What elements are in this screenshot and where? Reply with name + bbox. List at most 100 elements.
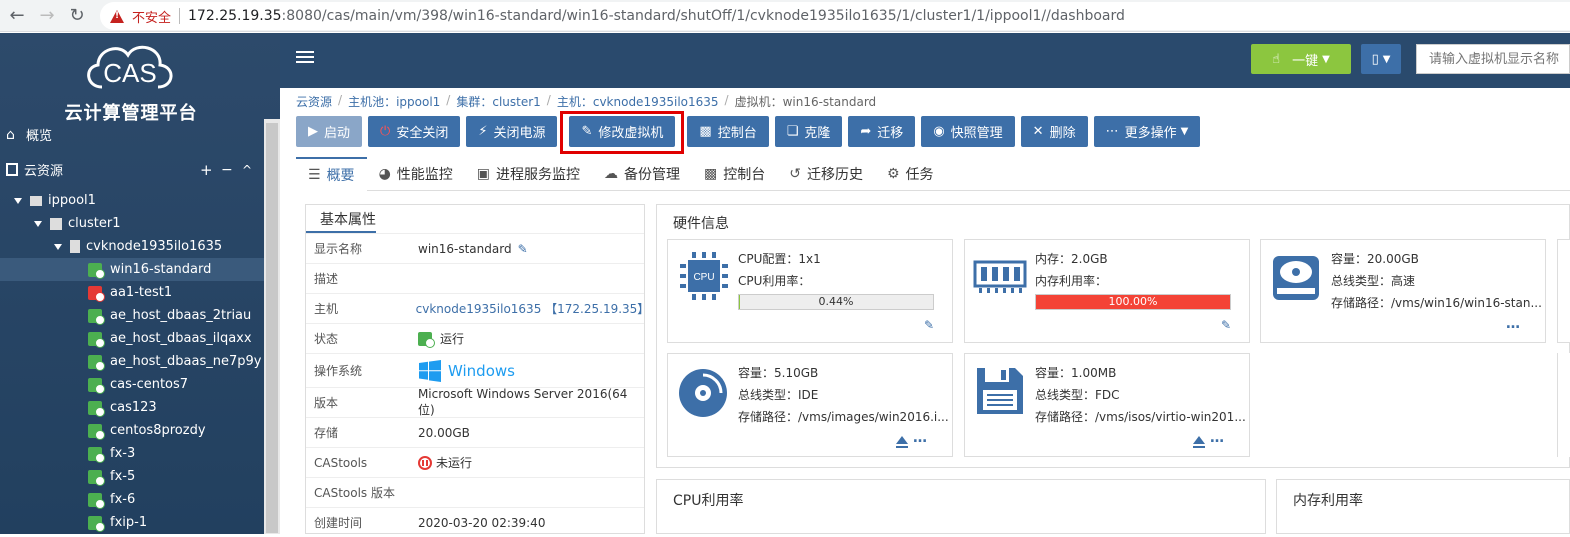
panel-title: 硬件信息	[673, 216, 729, 232]
vm-running-icon	[88, 377, 105, 394]
sidebar-vm-item[interactable]: ae_host_dbaas_ne7p9y	[0, 350, 264, 373]
url-path: :8080/cas/main/vm/398/win16-standard/win…	[281, 8, 1125, 24]
sidebar-vm-item[interactable]: ae_host_dbaas_2triau	[0, 304, 264, 327]
tree-node-ippool[interactable]: ippool1	[0, 189, 264, 212]
sidebar-item-label: 概览	[26, 129, 53, 144]
reload-icon[interactable]: ↻	[62, 1, 92, 31]
back-arrow-icon[interactable]: ←	[2, 1, 32, 31]
chevron-down-icon: ▼	[1382, 53, 1391, 65]
platform-name: 云计算管理平台	[64, 103, 198, 124]
address-bar[interactable]: 不安全 172.25.19.35:8080/cas/main/vm/398/wi…	[100, 2, 1570, 30]
prop-row-os: 操作系统 Windows	[306, 353, 644, 387]
cpu-usage-bar: 0.44%	[738, 294, 934, 310]
tab-migration-history[interactable]: ↺ 迁移历史	[777, 157, 875, 191]
cpu-chip-icon: CPU	[680, 252, 728, 300]
power-off-button[interactable]: ⚡ 关闭电源	[466, 116, 558, 147]
breadcrumb-host[interactable]: 主机：cvknode1935ilo1635	[557, 93, 719, 110]
terminal-icon: ▩	[704, 166, 718, 182]
panel-title: 内存利用率	[1293, 493, 1363, 509]
sidebar-vm-label: ae_host_dbaas_2triau	[110, 308, 252, 323]
edit-pencil-icon[interactable]: ✎	[518, 242, 528, 256]
tree-node-cluster[interactable]: cluster1	[0, 212, 264, 235]
more-ellipsis-icon[interactable]: …	[1506, 316, 1521, 332]
sidebar-vm-item[interactable]: cas123	[0, 396, 264, 419]
sidebar-vm-item[interactable]: win16-standard	[0, 258, 264, 281]
play-icon: ▶	[308, 124, 318, 139]
host-link[interactable]: cvknode1935ilo1635 【172.25.19.35】	[416, 300, 650, 317]
more-actions-button[interactable]: ⋯ 更多操作 ▼	[1093, 116, 1201, 147]
eject-icon[interactable]	[896, 436, 908, 448]
list-icon: ☰	[308, 167, 321, 183]
migrate-button[interactable]: ➦ 迁移	[848, 116, 916, 147]
prop-row-status: 状态 运行	[306, 323, 644, 353]
tab-console[interactable]: ▩ 控制台	[692, 157, 777, 191]
sidebar-vm-label: fxip-1	[110, 515, 148, 530]
tab-process-monitor[interactable]: ▣ 进程服务监控	[465, 157, 592, 191]
sidebar-vm-item[interactable]: fxip-1	[0, 511, 264, 534]
more-ellipsis-icon[interactable]: …	[913, 430, 928, 446]
remove-icon[interactable]: −	[221, 162, 233, 178]
edit-pencil-icon[interactable]: ✎	[1221, 318, 1231, 332]
tree-label: cvknode1935ilo1635	[86, 239, 223, 254]
sidebar-vm-item[interactable]: ae_host_dbaas_ilqaxx	[0, 327, 264, 350]
vm-running-icon	[88, 400, 105, 417]
sidebar-item-cloud-resources[interactable]: 云资源 + − ^	[0, 158, 264, 181]
sidebar-vm-item[interactable]: fx-6	[0, 488, 264, 511]
tree-node-host[interactable]: cvknode1935ilo1635	[0, 235, 264, 258]
prop-row-display-name: 显示名称 win16-standard ✎	[306, 233, 644, 263]
prop-row-storage: 存储 20.00GB	[306, 417, 644, 447]
breadcrumb: 云资源 / 主机池：ippool1/ 集群：cluster1/ 主机：cvknod…	[296, 93, 877, 110]
sidebar-vm-item[interactable]: aa1-test1	[0, 281, 264, 304]
add-icon[interactable]: +	[200, 161, 213, 179]
edit-pencil-icon[interactable]: ✎	[924, 318, 934, 332]
sidebar-vm-label: fx-6	[110, 492, 136, 507]
expand-caret-icon	[14, 197, 22, 204]
sidebar-vm-item[interactable]: cas-centos7	[0, 373, 264, 396]
sidebar-vm-label: cas123	[110, 400, 157, 415]
breadcrumb-cluster[interactable]: 集群：cluster1	[456, 93, 540, 110]
vm-running-icon	[88, 331, 105, 348]
forward-arrow-icon[interactable]: →	[32, 1, 62, 31]
console-button[interactable]: ▩ 控制台	[687, 116, 769, 147]
delete-button[interactable]: ✕ 删除	[1020, 116, 1088, 147]
sidebar-vm-label: fx-3	[110, 446, 136, 461]
clone-button[interactable]: ❏ 克隆	[774, 116, 843, 147]
highlight-annotation-box	[560, 111, 684, 154]
sidebar-vm-item[interactable]: fx-3	[0, 442, 264, 465]
sidebar: CAS 云计算管理平台 ⌂ 概览 云资源 + − ^ ippool1 clust…	[0, 33, 280, 534]
sidebar-vm-item[interactable]: fx-5	[0, 465, 264, 488]
sidebar-vm-label: ae_host_dbaas_ne7p9y	[110, 354, 262, 369]
hw-card-floppy: 容量：1.00MB 总线类型：FDC 存储路径：/vms/isos/virtio…	[964, 353, 1250, 457]
prop-row-host: 主机 cvknode1935ilo1635 【172.25.19.35】	[306, 293, 650, 323]
tab-backup[interactable]: ☁ 备份管理	[592, 157, 692, 191]
sidebar-item-overview[interactable]: ⌂ 概览	[0, 123, 264, 146]
memory-usage-bar: 100.00%	[1035, 294, 1231, 310]
start-button[interactable]: ▶ 启动	[296, 116, 363, 147]
safe-shutdown-button[interactable]: ⏻ 安全关闭	[368, 116, 461, 147]
filter-dropdown-button[interactable]: ▯ ▼	[1361, 44, 1401, 74]
onekey-button[interactable]: ☝ 一键 ▼	[1251, 44, 1351, 74]
tab-overview[interactable]: ☰ 概要	[296, 157, 367, 191]
breadcrumb-hostpool[interactable]: 主机池：ippool1	[348, 93, 440, 110]
sidebar-vm-label: ae_host_dbaas_ilqaxx	[110, 331, 252, 346]
share-arrow-icon: ➦	[860, 124, 872, 139]
clone-icon: ❏	[786, 124, 799, 139]
vm-stopped-icon	[88, 285, 105, 302]
hw-card-cdrom: 容量：5.10GB 总线类型：IDE 存储路径：/vms/images/win2…	[667, 353, 953, 457]
snapshot-button[interactable]: ◉ 快照管理	[921, 116, 1015, 147]
sidebar-vm-item[interactable]: centos8prozdy	[0, 419, 264, 442]
gauge-icon: ◕	[378, 166, 391, 182]
menu-toggle-icon[interactable]	[296, 51, 314, 65]
more-ellipsis-icon[interactable]: …	[1210, 430, 1225, 446]
prop-row-description: 描述	[306, 263, 644, 293]
tab-tasks[interactable]: ⚙ 任务	[875, 157, 946, 191]
sidebar-scrollbar[interactable]	[264, 119, 280, 534]
insecure-label: 不安全	[132, 10, 172, 26]
tab-performance[interactable]: ◕ 性能监控	[367, 157, 465, 191]
breadcrumb-root[interactable]: 云资源	[296, 93, 332, 110]
vm-search-input[interactable]	[1416, 44, 1570, 74]
prop-row-castools: CAStools 未运行	[306, 447, 644, 477]
collapse-icon[interactable]: ^	[242, 163, 252, 177]
prop-row-created-time: 创建时间 2020-03-20 02:39:40	[306, 507, 644, 537]
eject-icon[interactable]	[1193, 436, 1205, 448]
